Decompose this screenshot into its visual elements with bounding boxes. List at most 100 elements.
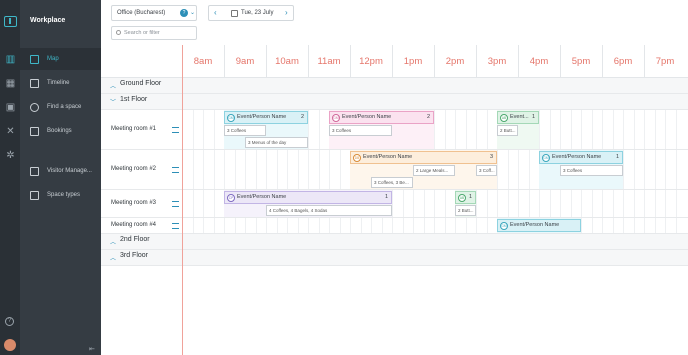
- chevron-up-icon: ︿: [110, 256, 117, 262]
- attendee-avatar: GM: [542, 154, 550, 162]
- attendee-count: 1: [615, 154, 619, 160]
- catering-item[interactable]: 3 Menus of the day: [245, 137, 308, 148]
- badge-icon[interactable]: ▣: [5, 102, 16, 113]
- gear-icon[interactable]: ✲: [5, 150, 16, 161]
- attendee-count: 3: [489, 154, 493, 160]
- app-root: ▥ ▦ ▣ ✕ ✲ ? Workplace Map Timeline Find …: [0, 0, 688, 355]
- booking-event[interactable]: AB Event... 1: [497, 111, 539, 124]
- search-input[interactable]: Search or filter: [111, 26, 197, 40]
- hour-divider: [266, 45, 267, 77]
- floor-label: Ground Floor: [120, 80, 162, 87]
- hour-label: 2pm: [445, 56, 465, 67]
- sidebar-item-space-types[interactable]: Space types: [20, 184, 101, 206]
- event-title: Event/Person Name: [363, 154, 413, 160]
- attendee-avatar: DB: [353, 154, 361, 162]
- user-avatar[interactable]: [4, 339, 16, 351]
- floor-third[interactable]: ︿ 3rd Floor: [101, 250, 688, 266]
- chevron-down-icon: ⌄: [190, 10, 196, 16]
- catering-item[interactable]: 3 Coff...: [476, 165, 497, 176]
- room-label[interactable]: Meeting room #1: [111, 126, 156, 132]
- attendee-avatar: GM: [500, 222, 508, 230]
- sidebar-item-label: Map: [47, 56, 59, 62]
- attendee-avatar: GM: [227, 114, 235, 122]
- hour-label: 11am: [317, 56, 341, 67]
- current-time-line: [182, 45, 183, 355]
- event-title: Event/Person Name: [510, 222, 560, 228]
- map-icon[interactable]: ▥: [5, 54, 16, 65]
- sidebar-item-map[interactable]: Map: [20, 48, 101, 70]
- catering-item[interactable]: 2 Butt...: [455, 205, 476, 216]
- room-label[interactable]: Meeting room #4: [111, 222, 156, 228]
- room-label[interactable]: Meeting room #2: [111, 166, 156, 172]
- sidebar-item-timeline[interactable]: Timeline: [20, 72, 101, 94]
- hour-label: 4pm: [529, 56, 549, 67]
- floor-first[interactable]: ﹀ 1st Floor: [101, 94, 688, 110]
- chevron-left-icon[interactable]: ‹: [214, 6, 217, 20]
- date-label: Tue, 23 July: [241, 10, 274, 16]
- sidebar: Workplace Map Timeline Find a space Book…: [20, 0, 101, 355]
- catering-item[interactable]: 3 Coffees: [329, 125, 392, 136]
- booking-event[interactable]: GM Event/Person Name 2: [329, 111, 434, 124]
- sidebar-item-bookings[interactable]: Bookings: [20, 120, 101, 142]
- office-select[interactable]: Office (Bucharest) ? ⌄: [111, 5, 197, 21]
- info-icon[interactable]: ?: [180, 9, 188, 17]
- booking-event[interactable]: GM Event/Person Name 1: [539, 151, 623, 164]
- room-menu-icon[interactable]: [172, 223, 179, 229]
- search-placeholder: Search or filter: [124, 30, 160, 36]
- floor-label: 1st Floor: [120, 96, 148, 103]
- booking-event[interactable]: DB Event/Person Name 3: [350, 151, 497, 164]
- hour-divider: [392, 45, 393, 77]
- app-title: Workplace: [30, 17, 66, 24]
- attendee-avatar: CP: [227, 194, 235, 202]
- attendee-count: 1: [468, 194, 472, 200]
- collapse-sidebar-icon[interactable]: ⇤: [89, 345, 95, 353]
- floor-label: 3rd Floor: [120, 252, 149, 259]
- attendee-count: 2: [300, 114, 304, 120]
- catering-item[interactable]: 3 Coffees, 3 Be...: [371, 177, 413, 188]
- room-menu-icon[interactable]: [172, 127, 179, 133]
- catering-item[interactable]: 2 Butt...: [497, 125, 518, 136]
- catering-item[interactable]: 4 Coffees, 4 Bagels, 4 Sodas: [266, 205, 392, 216]
- hour-label: 9am: [235, 56, 255, 67]
- event-title: Event/Person Name: [237, 194, 287, 200]
- hour-divider: [518, 45, 519, 77]
- catering-item[interactable]: 3 Coffees: [224, 125, 266, 136]
- room-menu-icon[interactable]: [172, 201, 179, 207]
- catering-item[interactable]: 2 Large Meals...: [413, 165, 455, 176]
- hour-divider: [224, 45, 225, 77]
- tools-icon[interactable]: ✕: [5, 126, 16, 137]
- event-title: Event/Person Name: [552, 154, 602, 160]
- booking-event[interactable]: GM Event/Person Name: [497, 219, 581, 232]
- room-row: Meeting room #4: [101, 218, 688, 234]
- attendee-count: 1: [531, 114, 535, 120]
- booking-event[interactable]: AB 1: [455, 191, 476, 204]
- search-small-icon: [116, 30, 121, 35]
- calendar-small-icon: [231, 10, 238, 17]
- floor-second[interactable]: ︿ 2nd Floor: [101, 234, 688, 250]
- sidebar-item-find-space[interactable]: Find a space: [20, 96, 101, 118]
- room-menu-icon[interactable]: [172, 167, 179, 173]
- hour-divider: [434, 45, 435, 77]
- icon-rail: ▥ ▦ ▣ ✕ ✲ ?: [0, 0, 20, 355]
- chevron-down-icon: ﹀: [110, 100, 117, 106]
- help-icon[interactable]: ?: [5, 317, 14, 326]
- sidebar-item-label: Space types: [47, 192, 81, 198]
- booking-event[interactable]: CP Event/Person Name 1: [224, 191, 392, 204]
- floor-ground[interactable]: ︿ Ground Floor: [101, 78, 688, 94]
- logo-icon: [4, 16, 17, 27]
- booking-event[interactable]: GM Event/Person Name 2: [224, 111, 308, 124]
- hour-label: 10am: [275, 56, 299, 67]
- hour-divider: [560, 45, 561, 77]
- hour-label: 8am: [193, 56, 213, 67]
- date-picker[interactable]: ‹ Tue, 23 July ›: [208, 5, 294, 21]
- sidebar-item-label: Visitor Manage...: [47, 168, 92, 174]
- chevron-right-icon[interactable]: ›: [285, 6, 288, 20]
- calendar-icon[interactable]: ▦: [5, 78, 16, 89]
- attendee-avatar: AB: [458, 194, 466, 202]
- room-label[interactable]: Meeting room #3: [111, 200, 156, 206]
- sidebar-item-visitor-management[interactable]: Visitor Manage...: [20, 160, 101, 182]
- floor-label: 2nd Floor: [120, 236, 150, 243]
- catering-item[interactable]: 3 Coffees: [560, 165, 623, 176]
- chevron-up-icon: ︿: [110, 84, 117, 90]
- space-types-icon: [30, 190, 39, 200]
